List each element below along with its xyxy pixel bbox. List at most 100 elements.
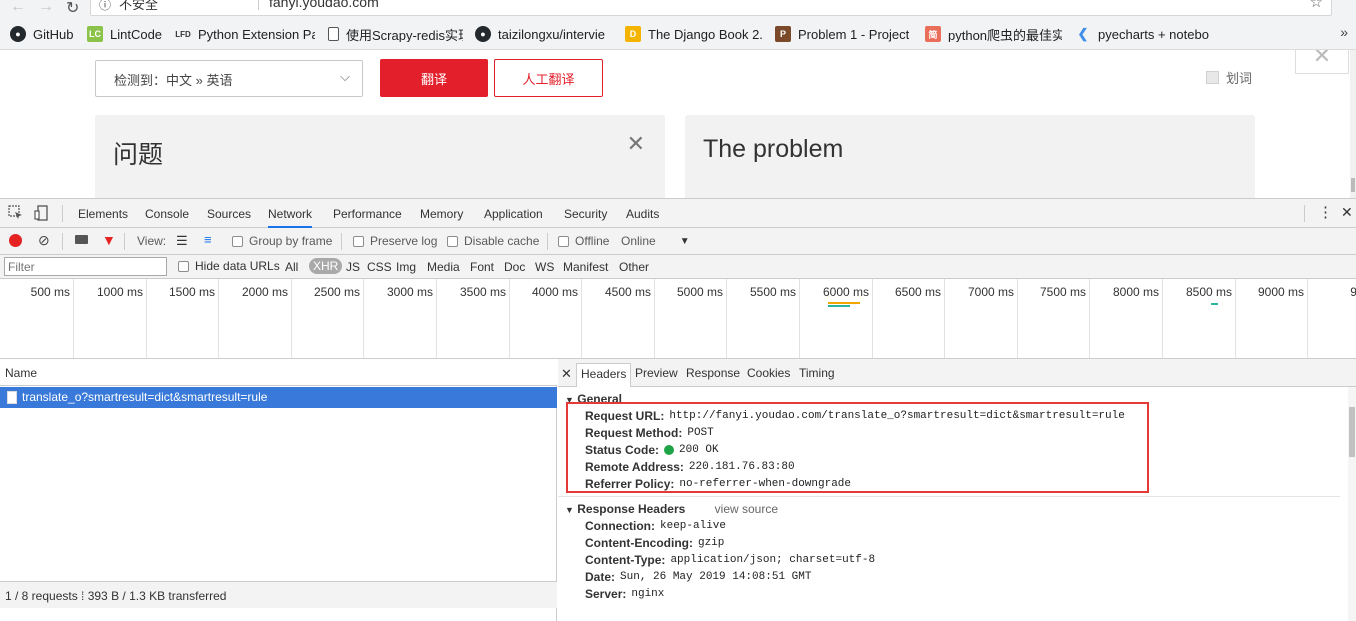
record-icon[interactable] — [9, 234, 22, 247]
bookmark-taizilongxu[interactable]: ● taizilongxu/intervie — [475, 26, 610, 42]
file-icon — [7, 391, 17, 404]
filter-type-img[interactable]: Img — [396, 260, 416, 274]
translate-button[interactable]: 翻译 — [380, 59, 488, 97]
toolbar-divider — [62, 205, 63, 222]
language-select[interactable]: 检测到：中文 » 英语 ⌵ — [95, 60, 363, 97]
tab-performance[interactable]: Performance — [333, 207, 402, 221]
tab-response[interactable]: Response — [686, 366, 740, 380]
view-source-link[interactable]: view source — [715, 502, 778, 516]
url-text[interactable]: fanyi.youdao.com — [269, 0, 379, 10]
info-icon[interactable]: ⓘ — [99, 0, 111, 13]
clear-icon[interactable]: ⊘ — [38, 232, 50, 249]
scrollbar-thumb[interactable] — [1349, 407, 1355, 457]
filter-input[interactable] — [4, 257, 167, 276]
timeline-label: 5500 ms — [749, 285, 796, 299]
preserve-log-checkbox[interactable] — [353, 235, 364, 247]
tab-preview[interactable]: Preview — [635, 366, 678, 380]
lintcode-icon: LC — [87, 26, 103, 42]
forward-icon[interactable]: → — [38, 0, 54, 16]
disable-cache-toggle[interactable]: Disable cache — [447, 234, 539, 248]
request-row[interactable]: translate_o?smartresult=dict&smartresult… — [0, 387, 557, 408]
toolbar-divider — [1304, 205, 1305, 222]
group-by-frame-checkbox[interactable] — [232, 235, 243, 247]
name-column-header[interactable]: Name — [0, 359, 557, 386]
offline-checkbox[interactable] — [558, 235, 569, 247]
filter-type-js[interactable]: JS — [346, 260, 360, 274]
close-detail-icon[interactable]: ✕ — [561, 366, 572, 382]
tab-security[interactable]: Security — [564, 207, 607, 221]
inspect-element-icon[interactable] — [8, 205, 24, 221]
result-panel: The problem — [685, 115, 1255, 198]
back-icon[interactable]: ← — [10, 0, 26, 16]
tab-sources[interactable]: Sources — [207, 207, 251, 221]
timeline-label: 7000 ms — [967, 285, 1014, 299]
filter-type-ws[interactable]: WS — [535, 260, 554, 274]
bookmark-label: GitHub — [33, 26, 74, 42]
device-toolbar-icon[interactable] — [34, 205, 50, 221]
waterfall-icon[interactable]: ≡ — [204, 232, 212, 247]
tab-elements[interactable]: Elements — [78, 207, 128, 221]
huaci-toggle[interactable]: 划词 — [1206, 68, 1252, 87]
header-key: Server: — [585, 587, 627, 601]
tab-application[interactable]: Application — [484, 207, 543, 221]
request-name[interactable]: translate_o?smartresult=dict&smartresult… — [22, 390, 267, 404]
filter-type-media[interactable]: Media — [427, 260, 460, 274]
detail-scrollbar[interactable] — [1348, 387, 1356, 621]
offline-toggle[interactable]: Offline — [558, 234, 609, 248]
filter-type-manifest[interactable]: Manifest — [563, 260, 608, 274]
bookmark-python-extension[interactable]: LFD Python Extension Pa — [175, 26, 315, 42]
bookmarks-overflow-icon[interactable]: » — [1340, 24, 1348, 40]
bookmark-python-crawler[interactable]: 简 python爬虫的最佳实 — [925, 26, 1062, 42]
tab-memory[interactable]: Memory — [420, 207, 463, 221]
timeline-label: 5000 ms — [676, 285, 723, 299]
header-value: nginx — [631, 588, 665, 600]
filter-type-font[interactable]: Font — [470, 260, 494, 274]
source-text[interactable]: 问题 — [113, 135, 163, 171]
more-options-icon[interactable]: ⋮ — [1318, 203, 1333, 221]
huaci-checkbox[interactable] — [1206, 71, 1219, 84]
filter-type-other[interactable]: Other — [619, 260, 649, 274]
bookmark-lintcode[interactable]: LC LintCode — [87, 26, 167, 42]
django-icon: D — [625, 26, 641, 42]
page-scrollbar[interactable] — [1350, 50, 1356, 198]
timeline-bar — [828, 302, 860, 304]
filter-type-all[interactable]: All — [285, 260, 298, 274]
tab-timing[interactable]: Timing — [799, 366, 835, 380]
human-translate-button[interactable]: 人工翻译 — [494, 59, 603, 97]
filter-icon[interactable]: ▼ — [102, 232, 116, 248]
bookmark-scrapy-redis[interactable]: 使用Scrapy-redis实现 — [328, 26, 463, 42]
screenshot-icon[interactable] — [75, 235, 88, 244]
large-rows-icon[interactable]: ☰ — [176, 233, 188, 249]
close-devtools-icon[interactable]: ✕ — [1341, 204, 1353, 221]
group-by-frame-toggle[interactable]: Group by frame — [232, 234, 332, 248]
bookmark-project-euler[interactable]: P Problem 1 - Project — [775, 26, 912, 42]
bookmark-pyecharts[interactable]: ❮ pyecharts + notebo — [1075, 26, 1212, 42]
disable-cache-checkbox[interactable] — [447, 235, 458, 247]
scrollbar-thumb[interactable] — [1351, 178, 1355, 192]
filter-type-doc[interactable]: Doc — [504, 260, 525, 274]
timeline-overview[interactable]: 500 ms 1000 ms 1500 ms 2000 ms 2500 ms 3000 m… — [0, 279, 1356, 359]
tab-cookies[interactable]: Cookies — [747, 366, 790, 380]
hide-data-urls-toggle[interactable]: Hide data URLs — [178, 259, 280, 273]
response-headers-section-toggle[interactable]: ▼ Response Headers view source — [565, 502, 778, 516]
header-row-content-encoding: Content-Encoding: gzip — [585, 536, 724, 550]
header-row-content-type: Content-Type: application/json; charset=… — [585, 553, 875, 567]
filter-type-css[interactable]: CSS — [367, 260, 392, 274]
close-icon[interactable]: ✕ — [1295, 50, 1349, 74]
tab-network[interactable]: Network — [268, 207, 313, 228]
bookmark-django-book[interactable]: D The Django Book 2.0 — [625, 26, 762, 42]
clear-input-icon[interactable]: ✕ — [627, 131, 645, 157]
tab-audits[interactable]: Audits — [626, 207, 659, 221]
toolbar-divider — [62, 233, 63, 250]
filter-type-xhr[interactable]: XHR — [309, 258, 343, 274]
hide-data-urls-checkbox[interactable] — [178, 260, 189, 272]
omnibox[interactable]: ⓘ 不安全 fanyi.youdao.com ☆ — [90, 0, 1332, 16]
tab-console[interactable]: Console — [145, 207, 189, 221]
tab-headers[interactable]: Headers — [576, 363, 632, 387]
bookmark-star-icon[interactable]: ☆ — [1310, 0, 1323, 11]
reload-icon[interactable]: ↻ — [66, 0, 79, 18]
source-panel[interactable]: 问题 ✕ — [95, 115, 665, 198]
preserve-log-toggle[interactable]: Preserve log — [353, 234, 437, 248]
bookmark-github[interactable]: ● GitHub — [10, 26, 80, 42]
throttling-select[interactable]: Online ▼ — [621, 234, 690, 248]
